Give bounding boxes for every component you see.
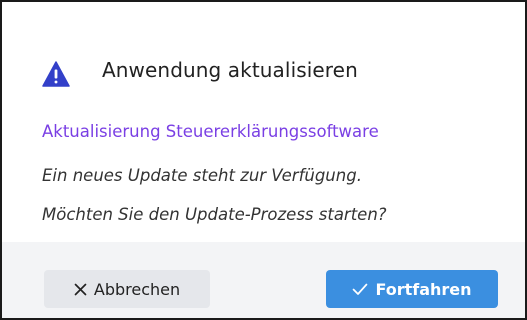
dialog-message-line: Möchten Sie den Update-Prozess starten? [42, 205, 387, 224]
close-icon [74, 283, 87, 295]
dialog-title: Anwendung aktualisieren [102, 58, 358, 82]
warning-triangle-icon [42, 61, 70, 87]
dialog-subtitle: Aktualisierung Steuererklärungssoftware [42, 122, 379, 141]
cancel-button[interactable]: Abbrechen [44, 270, 210, 308]
update-dialog: Anwendung aktualisieren Aktualisierung S… [0, 0, 527, 320]
cancel-button-label: Abbrechen [93, 279, 181, 299]
dialog-header: Anwendung aktualisieren [2, 2, 525, 110]
continue-button[interactable]: Fortfahren [326, 270, 498, 308]
continue-button-label: Fortfahren [375, 279, 472, 299]
dialog-message-line: Ein neues Update steht zur Verfügung. [42, 166, 362, 185]
checkmark-icon [353, 283, 368, 295]
dialog-footer: Abbrechen Fortfahren [2, 242, 525, 318]
